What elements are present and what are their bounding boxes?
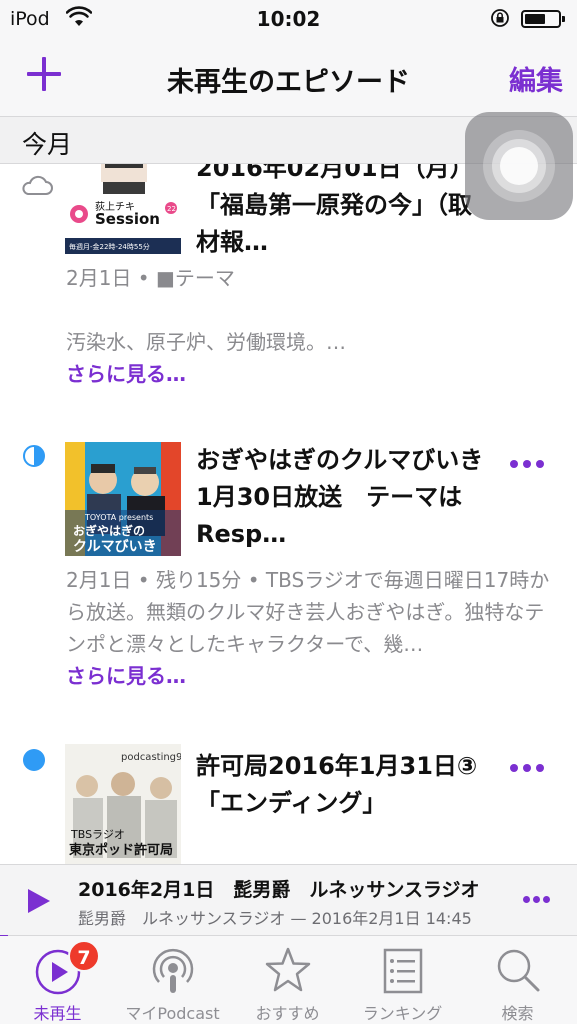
- unplayed-dot-icon: [23, 749, 45, 771]
- episode-list[interactable]: 荻上チキ Session 22 毎週月-金22時-24時55分 2016年02月…: [0, 164, 577, 864]
- svg-text:毎週月-金22時-24時55分: 毎週月-金22時-24時55分: [69, 242, 150, 251]
- tab-unplayed[interactable]: 7 未再生: [0, 936, 115, 1024]
- mini-player-more-button[interactable]: [522, 895, 552, 905]
- tab-search[interactable]: 検索: [460, 936, 575, 1024]
- battery-icon: [521, 10, 565, 28]
- tab-my-podcasts[interactable]: マイPodcast: [115, 936, 230, 1024]
- rotation-lock-icon: [491, 9, 509, 27]
- play-icon[interactable]: [28, 889, 50, 913]
- navigation-bar: 未再生のエピソード 編集: [0, 40, 577, 116]
- now-playing-title: 2016年2月1日 髭男爵 ルネッサンスラジオ: [78, 879, 480, 901]
- tab-label: 未再生: [33, 1004, 82, 1023]
- svg-text:クルマびいき: クルマびいき: [73, 539, 157, 555]
- unplayed-count-badge: 7: [68, 940, 100, 972]
- svg-text:podcasting954: podcasting954: [121, 752, 181, 763]
- episode-title[interactable]: 2016年02月01日（月）「福島第一原発の今」（取材報…: [196, 164, 486, 261]
- svg-text:Session: Session: [95, 210, 160, 228]
- list-item[interactable]: TOYOTA presents おぎやはぎの クルマびいき おぎやはぎのクルマび…: [0, 440, 577, 700]
- mini-player[interactable]: 2016年2月1日 髭男爵 ルネッサンスラジオ 髭男爵 ルネッサンスラジオ — …: [0, 864, 577, 937]
- tab-label: おすすめ: [255, 1004, 320, 1023]
- episode-title[interactable]: おぎやはぎのクルマびいき 1月30日放送 テーマはResp…: [196, 442, 507, 553]
- list-icon: [383, 948, 422, 994]
- star-icon: [265, 947, 310, 992]
- episode-meta: 2月1日 • ■テーマ: [66, 266, 235, 290]
- cloud-icon: [22, 175, 53, 195]
- episode-title[interactable]: 許可局2016年1月31日③「エンディング」: [196, 748, 486, 822]
- tab-label: ランキング: [362, 1004, 443, 1023]
- podcast-artwork: TOYOTA presents おぎやはぎの クルマびいき: [65, 442, 181, 556]
- half-played-icon: [23, 445, 45, 467]
- podcast-artwork: 荻上チキ Session 22 毎週月-金22時-24時55分: [65, 164, 181, 254]
- list-item[interactable]: podcasting954 TBSラジオ 東京ポッド許可局 許可局2016年1月…: [0, 744, 577, 864]
- page-title: 未再生のエピソード: [167, 67, 410, 98]
- edit-button[interactable]: 編集: [509, 59, 563, 98]
- tab-label: 検索: [501, 1004, 534, 1023]
- assistive-touch-button[interactable]: [465, 112, 573, 220]
- tab-featured[interactable]: おすすめ: [230, 936, 345, 1024]
- tab-label: マイPodcast: [125, 1004, 220, 1023]
- kyokakyoku-artwork-image: podcasting954 TBSラジオ 東京ポッド許可局: [65, 744, 181, 864]
- svg-text:東京ポッド許可局: 東京ポッド許可局: [69, 842, 173, 858]
- section-title: 今月: [22, 130, 73, 159]
- episode-description: 2月1日 • 残り15分 • TBSラジオで毎週日曜日17時から放送。無類のクル…: [66, 568, 550, 656]
- see-more-link[interactable]: さらに見る…: [66, 660, 186, 689]
- svg-text:おぎやはぎの: おぎやはぎの: [73, 523, 145, 538]
- podcast-artwork: podcasting954 TBSラジオ 東京ポッド許可局: [65, 744, 181, 864]
- now-playing-subtitle: 髭男爵 ルネッサンスラジオ — 2016年2月1日 14:45: [78, 909, 472, 928]
- svg-text:22: 22: [167, 205, 176, 213]
- more-options-button[interactable]: [508, 458, 546, 470]
- session-artwork-image: 荻上チキ Session 22 毎週月-金22時-24時55分: [65, 164, 181, 254]
- svg-text:TOYOTA presents: TOYOTA presents: [84, 513, 153, 522]
- podcast-icon: [152, 948, 193, 993]
- tab-ranking[interactable]: ランキング: [345, 936, 460, 1024]
- search-icon: [497, 949, 539, 992]
- see-more-link[interactable]: さらに見る…: [66, 358, 186, 387]
- status-bar: iPod 10:02: [0, 0, 577, 40]
- svg-text:TBSラジオ: TBSラジオ: [70, 828, 125, 841]
- more-options-button[interactable]: [508, 762, 546, 774]
- tab-bar: 7 未再生 マイPodcast おすすめ ランキング 検索: [0, 936, 577, 1024]
- episode-description: 汚染水、原子炉、労働環境。…: [66, 330, 346, 354]
- kuruma-biiki-artwork-image: TOYOTA presents おぎやはぎの クルマびいき: [65, 442, 181, 556]
